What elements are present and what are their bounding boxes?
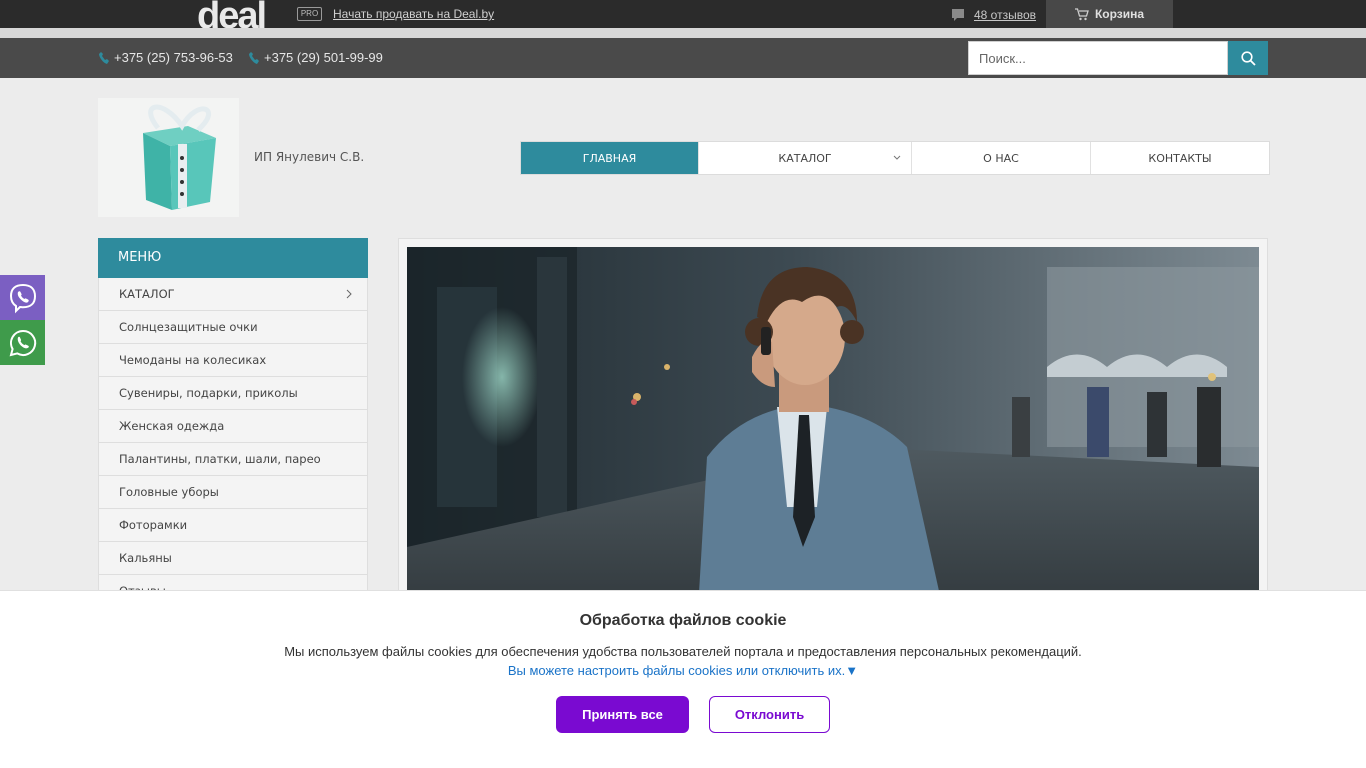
nav-item-contacts[interactable]: Контакты [1091,142,1269,174]
cookie-settings-link[interactable]: Вы можете настроить файлы cookies или от… [0,663,1366,678]
whatsapp-icon [9,329,36,356]
comment-icon [952,9,964,21]
sidebar-menu: КАТАЛОГ Солнцезащитные очки Чемоданы на … [98,278,368,609]
reviews-link[interactable]: 48 отзывов [950,7,1036,23]
company-name: ИП Янулевич С.В. [254,150,365,164]
sidebar-menu-title: Меню [98,238,368,278]
sidebar-item-label: КАТАЛОГ [119,287,175,301]
search-icon [1240,50,1256,66]
cookie-title: Обработка файлов cookie [579,612,787,629]
sidebar-item-suitcases[interactable]: Чемоданы на колесиках [99,344,367,377]
contact-bar: +375 (25) 753-96-53 +375 (29) 501-99-99 [0,38,1366,78]
phone-1-number: +375 (25) 753-96-53 [114,50,233,65]
nav-item-home[interactable]: Главная [521,142,699,174]
sidebar-item-hookahs[interactable]: Кальяны [99,542,367,575]
accept-all-button[interactable]: Принять все [556,696,689,733]
phone-icon [99,51,109,64]
main-nav: Главная Каталог О нас Контакты [520,141,1270,175]
phone-2-number: +375 (29) 501-99-99 [264,50,383,65]
deal-topbar: deal PRO Начать продавать на Deal.by 48 … [0,0,1366,36]
sidebar-item-photo-frames[interactable]: Фоторамки [99,509,367,542]
phone-2[interactable]: +375 (29) 501-99-99 [249,50,383,65]
cart-label: Корзина [1094,7,1145,21]
sidebar-item-souvenirs[interactable]: Сувениры, подарки, приколы [99,377,367,410]
pro-badge: PRO [297,7,322,21]
sidebar-item-sunglasses[interactable]: Солнцезащитные очки [99,311,367,344]
viber-icon [9,283,36,313]
nav-item-catalog[interactable]: Каталог [699,142,912,174]
chevron-right-icon [346,289,352,299]
viber-button[interactable] [0,275,45,320]
decline-button[interactable]: Отклонить [709,696,830,733]
nav-item-catalog-label: Каталог [778,151,832,165]
search-input[interactable] [968,41,1228,75]
phone-1[interactable]: +375 (25) 753-96-53 [99,50,233,65]
cart-button[interactable]: Корзина [1046,0,1173,28]
reviews-count: 48 отзывов [974,8,1037,22]
cart-icon [1074,7,1089,20]
start-selling-link[interactable]: Начать продавать на Deal.by [333,7,494,21]
hero-banner-image[interactable] [407,247,1259,627]
sidebar-item-hats[interactable]: Головные уборы [99,476,367,509]
chevron-down-icon [893,155,901,160]
topbar-divider [0,28,1366,38]
sidebar-item-catalog[interactable]: КАТАЛОГ [99,278,367,311]
hero-photo [407,247,1259,627]
gift-box-image [98,98,239,217]
shop-logo[interactable] [98,98,239,217]
sidebar-item-scarves[interactable]: Палантины, платки, шали, парео [99,443,367,476]
phone-icon [249,51,259,64]
cookie-text: Мы используем файлы cookies для обеспече… [284,644,1082,659]
sidebar-item-womens-clothing[interactable]: Женская одежда [99,410,367,443]
whatsapp-button[interactable] [0,320,45,365]
cookie-banner: Обработка файлов cookie Мы используем фа… [0,590,1366,768]
search-button[interactable] [1228,41,1268,75]
nav-item-about[interactable]: О нас [912,142,1091,174]
